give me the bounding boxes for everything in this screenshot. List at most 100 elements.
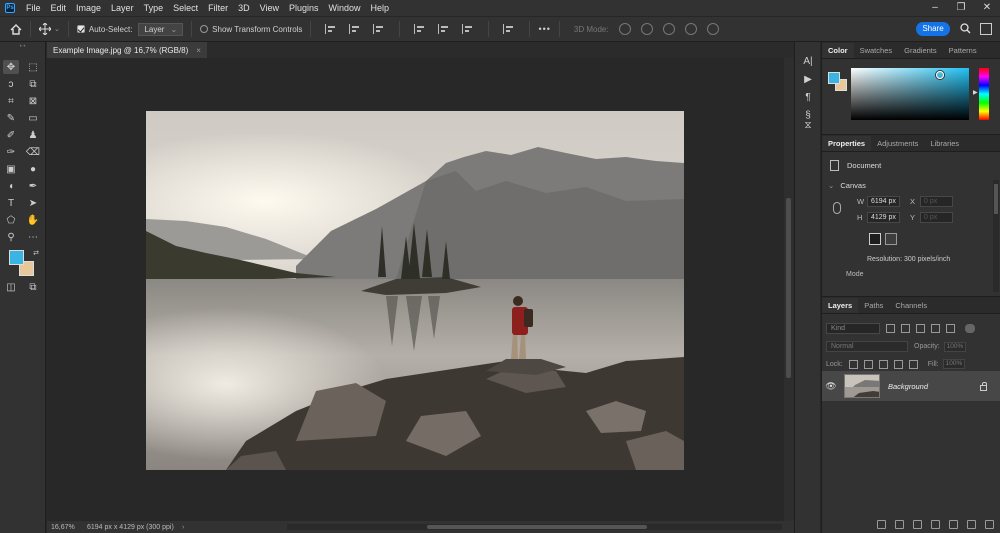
blur-tool-icon[interactable]: ● (25, 162, 41, 176)
hue-slider[interactable] (979, 68, 989, 120)
zoom-tool-icon[interactable]: ⚲ (3, 230, 19, 244)
adjustment-filter-icon[interactable] (901, 324, 910, 333)
actions-play-icon[interactable]: ▶ (802, 74, 814, 86)
screen-mode-icon[interactable]: ⧉ (25, 280, 41, 294)
menu-image[interactable]: Image (71, 0, 106, 16)
gradient-tool-icon[interactable]: ▣ (3, 162, 19, 176)
tab-gradients[interactable]: Gradients (898, 43, 943, 58)
lock-artboard-icon[interactable] (893, 359, 903, 369)
lock-transparent-icon[interactable] (848, 359, 858, 369)
tab-patterns[interactable]: Patterns (943, 43, 983, 58)
more-options-button[interactable]: ••• (538, 24, 550, 34)
adjustment-layer-icon[interactable] (931, 520, 940, 529)
vertical-scrollbar[interactable] (784, 58, 794, 521)
share-button[interactable]: Share (916, 22, 950, 36)
tab-adjustments[interactable]: Adjustments (871, 136, 924, 151)
show-transform-controls-checkbox[interactable]: Show Transform Controls (200, 25, 302, 34)
zoom-level[interactable]: 16,67% (47, 524, 87, 531)
close-tab-icon[interactable]: × (196, 46, 201, 55)
menu-window[interactable]: Window (324, 0, 366, 16)
type-filter-icon[interactable] (916, 324, 925, 333)
align-center-icon[interactable] (349, 24, 361, 34)
tab-color[interactable]: Color (822, 43, 854, 58)
scroll-thumb[interactable] (786, 198, 791, 378)
eraser-tool-icon[interactable]: ⌫ (25, 145, 41, 159)
dodge-tool-icon[interactable]: ◖ (3, 179, 19, 193)
chevron-right-icon[interactable]: › (182, 524, 196, 531)
align-middle-icon[interactable] (438, 24, 450, 34)
align-left-icon[interactable] (325, 24, 337, 34)
filter-toggle[interactable] (965, 324, 975, 333)
x-field[interactable]: 0 px (920, 196, 953, 207)
paragraph-panel-icon[interactable]: ¶ (802, 92, 814, 104)
clone-stamp-tool-icon[interactable]: ♟ (25, 128, 41, 142)
tab-layers[interactable]: Layers (822, 298, 859, 313)
crop-tool-icon[interactable]: ⌗ (3, 94, 19, 108)
menu-view[interactable]: View (255, 0, 284, 16)
hand-tool-icon[interactable]: ✋ (25, 213, 41, 227)
menu-help[interactable]: Help (366, 0, 395, 16)
link-layers-icon[interactable] (877, 520, 886, 529)
scale-3d-icon[interactable] (706, 23, 719, 35)
menu-file[interactable]: File (21, 0, 46, 16)
opacity-field[interactable]: 100% (943, 341, 966, 352)
quick-mask-icon[interactable]: ◫ (3, 280, 19, 294)
tab-properties[interactable]: Properties (822, 136, 872, 151)
auto-select-checkbox[interactable]: Auto-Select: (76, 25, 132, 34)
lasso-tool-icon[interactable]: ↄ (3, 77, 19, 91)
pixel-filter-icon[interactable] (886, 324, 895, 333)
menu-edit[interactable]: Edit (46, 0, 72, 16)
shape-filter-icon[interactable] (931, 324, 940, 333)
lock-all-icon[interactable] (908, 359, 918, 369)
minimize-icon[interactable]: – (922, 0, 948, 16)
visibility-eye-icon[interactable]: 👁 (822, 381, 840, 392)
properties-scrollbar[interactable] (993, 180, 999, 292)
scroll-thumb[interactable] (427, 525, 647, 529)
menu-filter[interactable]: Filter (203, 0, 233, 16)
history-brush-tool-icon[interactable]: ✑ (3, 145, 19, 159)
foreground-color-swatch[interactable] (9, 250, 24, 265)
document-tab[interactable]: Example Image.jpg @ 16,7% (RGB/8) × (47, 42, 207, 58)
type-tool-icon[interactable]: T (3, 196, 19, 210)
portrait-orientation-icon[interactable] (869, 233, 881, 245)
layer-style-icon[interactable] (895, 520, 904, 529)
path-selection-tool-icon[interactable]: ➤ (25, 196, 41, 210)
close-icon[interactable]: ✕ (974, 0, 1000, 16)
layer-kind-filter[interactable]: Kind (826, 323, 880, 334)
move-tool-icon[interactable]: ✥ (3, 60, 19, 74)
layer-name[interactable]: Background (888, 382, 928, 391)
link-dimensions-icon[interactable] (833, 202, 841, 214)
frame-tool-icon[interactable]: ⊠ (25, 94, 41, 108)
height-field[interactable]: 4129 px (867, 212, 900, 223)
width-field[interactable]: 6194 px (867, 196, 900, 207)
menu-type[interactable]: Type (139, 0, 169, 16)
auto-select-target-dropdown[interactable]: Layer ⌄ (138, 22, 184, 36)
delete-layer-icon[interactable] (985, 520, 994, 529)
distribute-icon[interactable] (503, 24, 515, 34)
document-image[interactable] (146, 111, 684, 470)
brush-tool-icon[interactable]: ✐ (3, 128, 19, 142)
drag-3d-icon[interactable] (662, 23, 675, 35)
lock-position-icon[interactable] (878, 359, 888, 369)
menu-3d[interactable]: 3D (233, 0, 255, 16)
landscape-orientation-icon[interactable] (885, 233, 897, 245)
canvas-section-header[interactable]: ⌄ Canvas (828, 181, 866, 190)
healing-brush-tool-icon[interactable]: ▭ (25, 111, 41, 125)
swap-colors-icon[interactable]: ⇄ (28, 246, 44, 260)
maximize-icon[interactable]: ❐ (948, 0, 974, 16)
blend-mode-dropdown[interactable]: Normal (826, 341, 908, 352)
tab-channels[interactable]: Channels (889, 298, 933, 313)
smart-object-filter-icon[interactable] (946, 324, 955, 333)
align-right-icon[interactable] (373, 24, 385, 34)
menu-layer[interactable]: Layer (106, 0, 139, 16)
horizontal-scrollbar[interactable] (287, 524, 782, 530)
new-layer-icon[interactable] (967, 520, 976, 529)
lock-pixels-icon[interactable] (863, 359, 873, 369)
scroll-thumb[interactable] (994, 184, 998, 214)
tab-libraries[interactable]: Libraries (924, 136, 965, 151)
eyedropper-tool-icon[interactable]: ✎ (3, 111, 19, 125)
tab-swatches[interactable]: Swatches (854, 43, 899, 58)
color-picker-handle[interactable] (936, 71, 944, 79)
hue-slider-arrow-icon[interactable]: ▶ (973, 89, 978, 96)
slide-3d-icon[interactable] (684, 23, 697, 35)
